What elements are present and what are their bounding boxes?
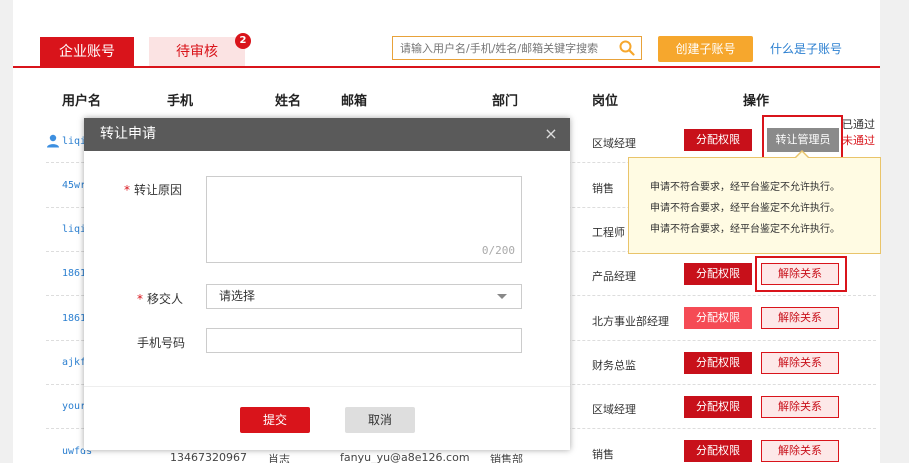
col-header-department: 部门 — [492, 94, 519, 109]
table-row-position: 区域经理 — [592, 403, 636, 416]
what-is-subaccount-link[interactable]: 什么是子账号 — [770, 36, 842, 62]
dialog-header: 转让申请 × — [84, 118, 570, 151]
assignee-select[interactable]: 请选择 — [206, 284, 522, 309]
dialog-title: 转让申请 — [100, 126, 156, 142]
unbind-relation-button[interactable]: 解除关系 — [761, 440, 839, 462]
assign-permission-button[interactable]: 分配权限 — [684, 352, 752, 374]
submit-button[interactable]: 提交 — [240, 407, 310, 433]
close-icon[interactable]: × — [542, 125, 560, 143]
char-counter: 0/200 — [481, 244, 515, 257]
cancel-button[interactable]: 取消 — [345, 407, 415, 433]
assign-permission-button[interactable]: 分配权限 — [684, 307, 752, 329]
tab-pending-review[interactable]: 待审核 2 — [149, 33, 251, 67]
assign-permission-button[interactable]: 分配权限 — [684, 129, 752, 151]
table-row-position: 北方事业部经理 — [592, 315, 669, 328]
table-row-username[interactable]: 1861 — [62, 313, 86, 324]
tab-underline — [13, 66, 880, 68]
left-gutter — [0, 0, 13, 463]
search-box — [392, 36, 642, 60]
col-header-name: 姓名 — [275, 94, 302, 109]
assignee-label: * 移交人 — [137, 290, 183, 307]
tooltip-line: 申请不符合要求，经平台鉴定不允许执行。 — [650, 203, 840, 214]
transfer-request-dialog: 转让申请 × * 转让原因 0/200 * 移交人 请选择 手机号码 提交 取消 — [84, 118, 570, 450]
tooltip-line: 申请不符合要求，经平台鉴定不允许执行。 — [650, 182, 840, 193]
tooltip-line: 申请不符合要求，经平台鉴定不允许执行。 — [650, 224, 840, 235]
reason-label: * 转让原因 — [124, 181, 182, 198]
create-subaccount-button[interactable]: 创建子账号 — [658, 36, 753, 62]
highlight-box — [755, 256, 847, 292]
table-row-phone: 13467320967 — [170, 451, 247, 463]
table-row-position: 销售 — [592, 182, 614, 195]
status-approved: 已通过 — [842, 118, 875, 131]
assign-permission-button[interactable]: 分配权限 — [684, 440, 752, 462]
col-header-phone: 手机 — [167, 94, 194, 109]
right-gutter — [880, 0, 909, 463]
col-header-username: 用户名 — [62, 94, 102, 109]
assign-permission-button[interactable]: 分配权限 — [684, 263, 752, 285]
assignee-label-text: 移交人 — [147, 292, 184, 306]
table-row-username[interactable]: ajkf — [62, 357, 86, 368]
assignee-select-value: 请选择 — [219, 289, 256, 303]
reason-textarea[interactable]: 0/200 — [206, 176, 522, 263]
rejection-reason-tooltip: 申请不符合要求，经平台鉴定不允许执行。 申请不符合要求，经平台鉴定不允许执行。 … — [628, 150, 881, 254]
table-row-position: 产品经理 — [592, 270, 636, 283]
reason-label-text: 转让原因 — [134, 183, 183, 197]
table-row-username[interactable]: your — [62, 401, 86, 412]
status-rejected-link[interactable]: 未通过 — [842, 132, 875, 148]
table-row-position: 工程师 — [592, 226, 625, 239]
user-avatar-icon — [47, 134, 59, 148]
table-row-department: 销售部 — [490, 453, 523, 463]
tab-pending-label: 待审核 — [176, 44, 218, 60]
search-input[interactable] — [393, 37, 608, 60]
required-mark: * — [137, 292, 143, 306]
col-header-position: 岗位 — [592, 94, 619, 109]
tooltip-arrow-inner — [795, 152, 809, 159]
phone-label: 手机号码 — [137, 336, 186, 350]
col-header-actions: 操作 — [743, 94, 770, 109]
table-row-username[interactable]: 1861 — [62, 268, 86, 279]
table-row-username[interactable]: 45wr — [62, 180, 86, 191]
table-row-username[interactable]: liqi — [62, 224, 86, 235]
table-row-position: 财务总监 — [592, 359, 636, 372]
table-row-position: 区域经理 — [592, 137, 636, 150]
phone-input[interactable] — [206, 328, 522, 353]
unbind-relation-button[interactable]: 解除关系 — [761, 352, 839, 374]
chevron-down-icon — [497, 294, 507, 299]
pending-count-badge: 2 — [235, 33, 251, 49]
required-mark: * — [124, 183, 130, 197]
assign-permission-button[interactable]: 分配权限 — [684, 396, 752, 418]
table-row-username[interactable]: liqi — [62, 136, 86, 147]
table-row-name: 肖志 — [268, 453, 290, 463]
col-header-email: 邮箱 — [341, 94, 368, 109]
dialog-footer-divider — [84, 386, 570, 387]
table-row-email: fanyu_yu@a8e126.com — [340, 451, 470, 463]
search-icon[interactable] — [619, 40, 635, 56]
unbind-relation-button[interactable]: 解除关系 — [761, 396, 839, 418]
tab-enterprise-accounts[interactable]: 企业账号 — [40, 37, 134, 67]
unbind-relation-button[interactable]: 解除关系 — [761, 307, 839, 329]
table-row-position: 销售 — [592, 448, 614, 461]
